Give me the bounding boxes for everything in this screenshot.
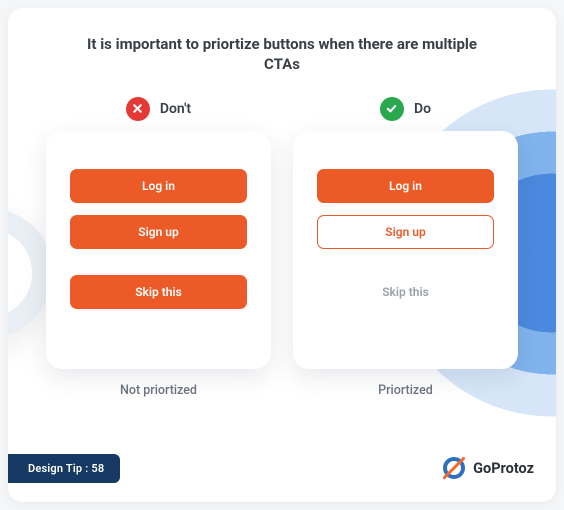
tip-badge: Design Tip : 58 — [8, 454, 120, 483]
check-icon — [380, 97, 404, 121]
cross-icon — [126, 97, 150, 121]
skip-button[interactable]: Skip this — [317, 275, 494, 309]
login-button[interactable]: Log in — [70, 169, 247, 203]
footer: Design Tip : 58 GoProtoz — [8, 444, 556, 502]
caption-do: Priortized — [378, 383, 433, 398]
marker-do: Do — [380, 97, 431, 121]
comparison-columns: Don't Log in Sign up Skip this Not prior… — [8, 89, 556, 398]
caption-dont: Not priortized — [120, 383, 197, 398]
brand-logo-icon — [443, 457, 465, 479]
column-dont: Don't Log in Sign up Skip this Not prior… — [46, 89, 271, 398]
skip-button[interactable]: Skip this — [70, 275, 247, 309]
marker-dont: Don't — [126, 97, 191, 121]
page-title: It is important to priortize buttons whe… — [8, 8, 556, 89]
signup-button[interactable]: Sign up — [317, 215, 494, 249]
column-do: Do Log in Sign up Skip this Priortized — [293, 89, 518, 398]
marker-do-label: Do — [414, 101, 431, 117]
card-dont: Log in Sign up Skip this — [46, 131, 271, 369]
brand: GoProtoz — [443, 457, 534, 479]
card-do: Log in Sign up Skip this — [293, 131, 518, 369]
signup-button[interactable]: Sign up — [70, 215, 247, 249]
canvas: It is important to priortize buttons whe… — [8, 8, 556, 502]
brand-name: GoProtoz — [473, 460, 534, 477]
login-button[interactable]: Log in — [317, 169, 494, 203]
marker-dont-label: Don't — [160, 101, 191, 117]
